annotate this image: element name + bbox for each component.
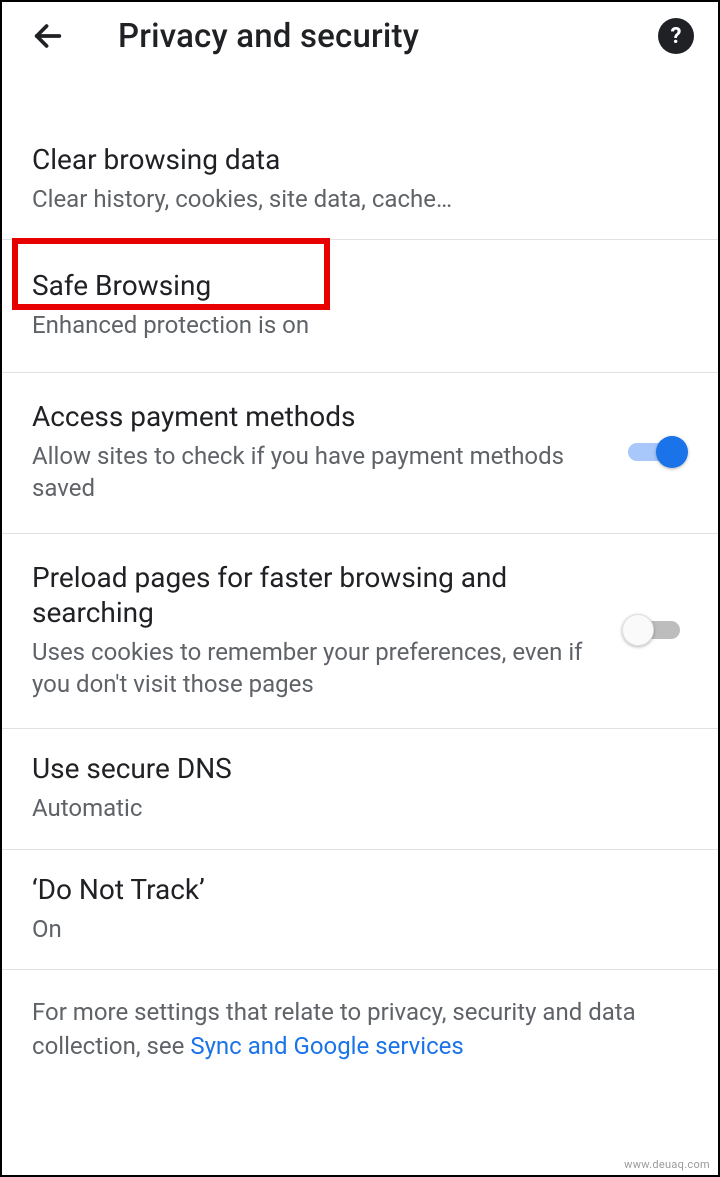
item-subtitle: Uses cookies to remember your preference… <box>32 636 602 701</box>
item-subtitle: On <box>32 913 668 945</box>
item-title: Use secure DNS <box>32 751 668 786</box>
item-preload-pages[interactable]: Preload pages for faster browsing and se… <box>2 534 718 730</box>
item-clear-browsing-data[interactable]: Clear browsing data Clear history, cooki… <box>2 120 718 240</box>
help-icon: ? <box>671 24 682 49</box>
item-title: Preload pages for faster browsing and se… <box>32 560 602 630</box>
item-subtitle: Clear history, cookies, site data, cache… <box>32 183 668 215</box>
item-safe-browsing[interactable]: Safe Browsing Enhanced protection is on <box>2 240 718 372</box>
item-title: Access payment methods <box>32 399 602 434</box>
item-subtitle: Automatic <box>32 792 668 824</box>
watermark: www.deuaq.com <box>624 1158 710 1171</box>
item-access-payment[interactable]: Access payment methods Allow sites to ch… <box>2 373 718 534</box>
app-header: Privacy and security ? <box>2 2 718 66</box>
item-title: Clear browsing data <box>32 142 668 177</box>
toggle-thumb <box>622 614 654 646</box>
page-title: Privacy and security <box>118 17 419 56</box>
item-subtitle: Allow sites to check if you have payment… <box>32 440 602 505</box>
item-secure-dns[interactable]: Use secure DNS Automatic <box>2 729 718 849</box>
toggle-thumb <box>656 436 688 468</box>
item-title: ‘Do Not Track’ <box>32 872 668 907</box>
item-do-not-track[interactable]: ‘Do Not Track’ On <box>2 850 718 970</box>
footer-note: For more settings that relate to privacy… <box>2 970 718 1089</box>
settings-list: Clear browsing data Clear history, cooki… <box>2 120 718 1089</box>
item-title: Safe Browsing <box>32 268 668 303</box>
item-subtitle: Enhanced protection is on <box>32 309 668 341</box>
toggle-access-payment[interactable] <box>622 432 688 472</box>
sync-services-link[interactable]: Sync and Google services <box>190 1032 463 1060</box>
help-button[interactable]: ? <box>658 18 694 54</box>
arrow-left-icon <box>31 19 65 53</box>
toggle-preload-pages[interactable] <box>622 610 688 650</box>
back-button[interactable] <box>26 14 70 58</box>
